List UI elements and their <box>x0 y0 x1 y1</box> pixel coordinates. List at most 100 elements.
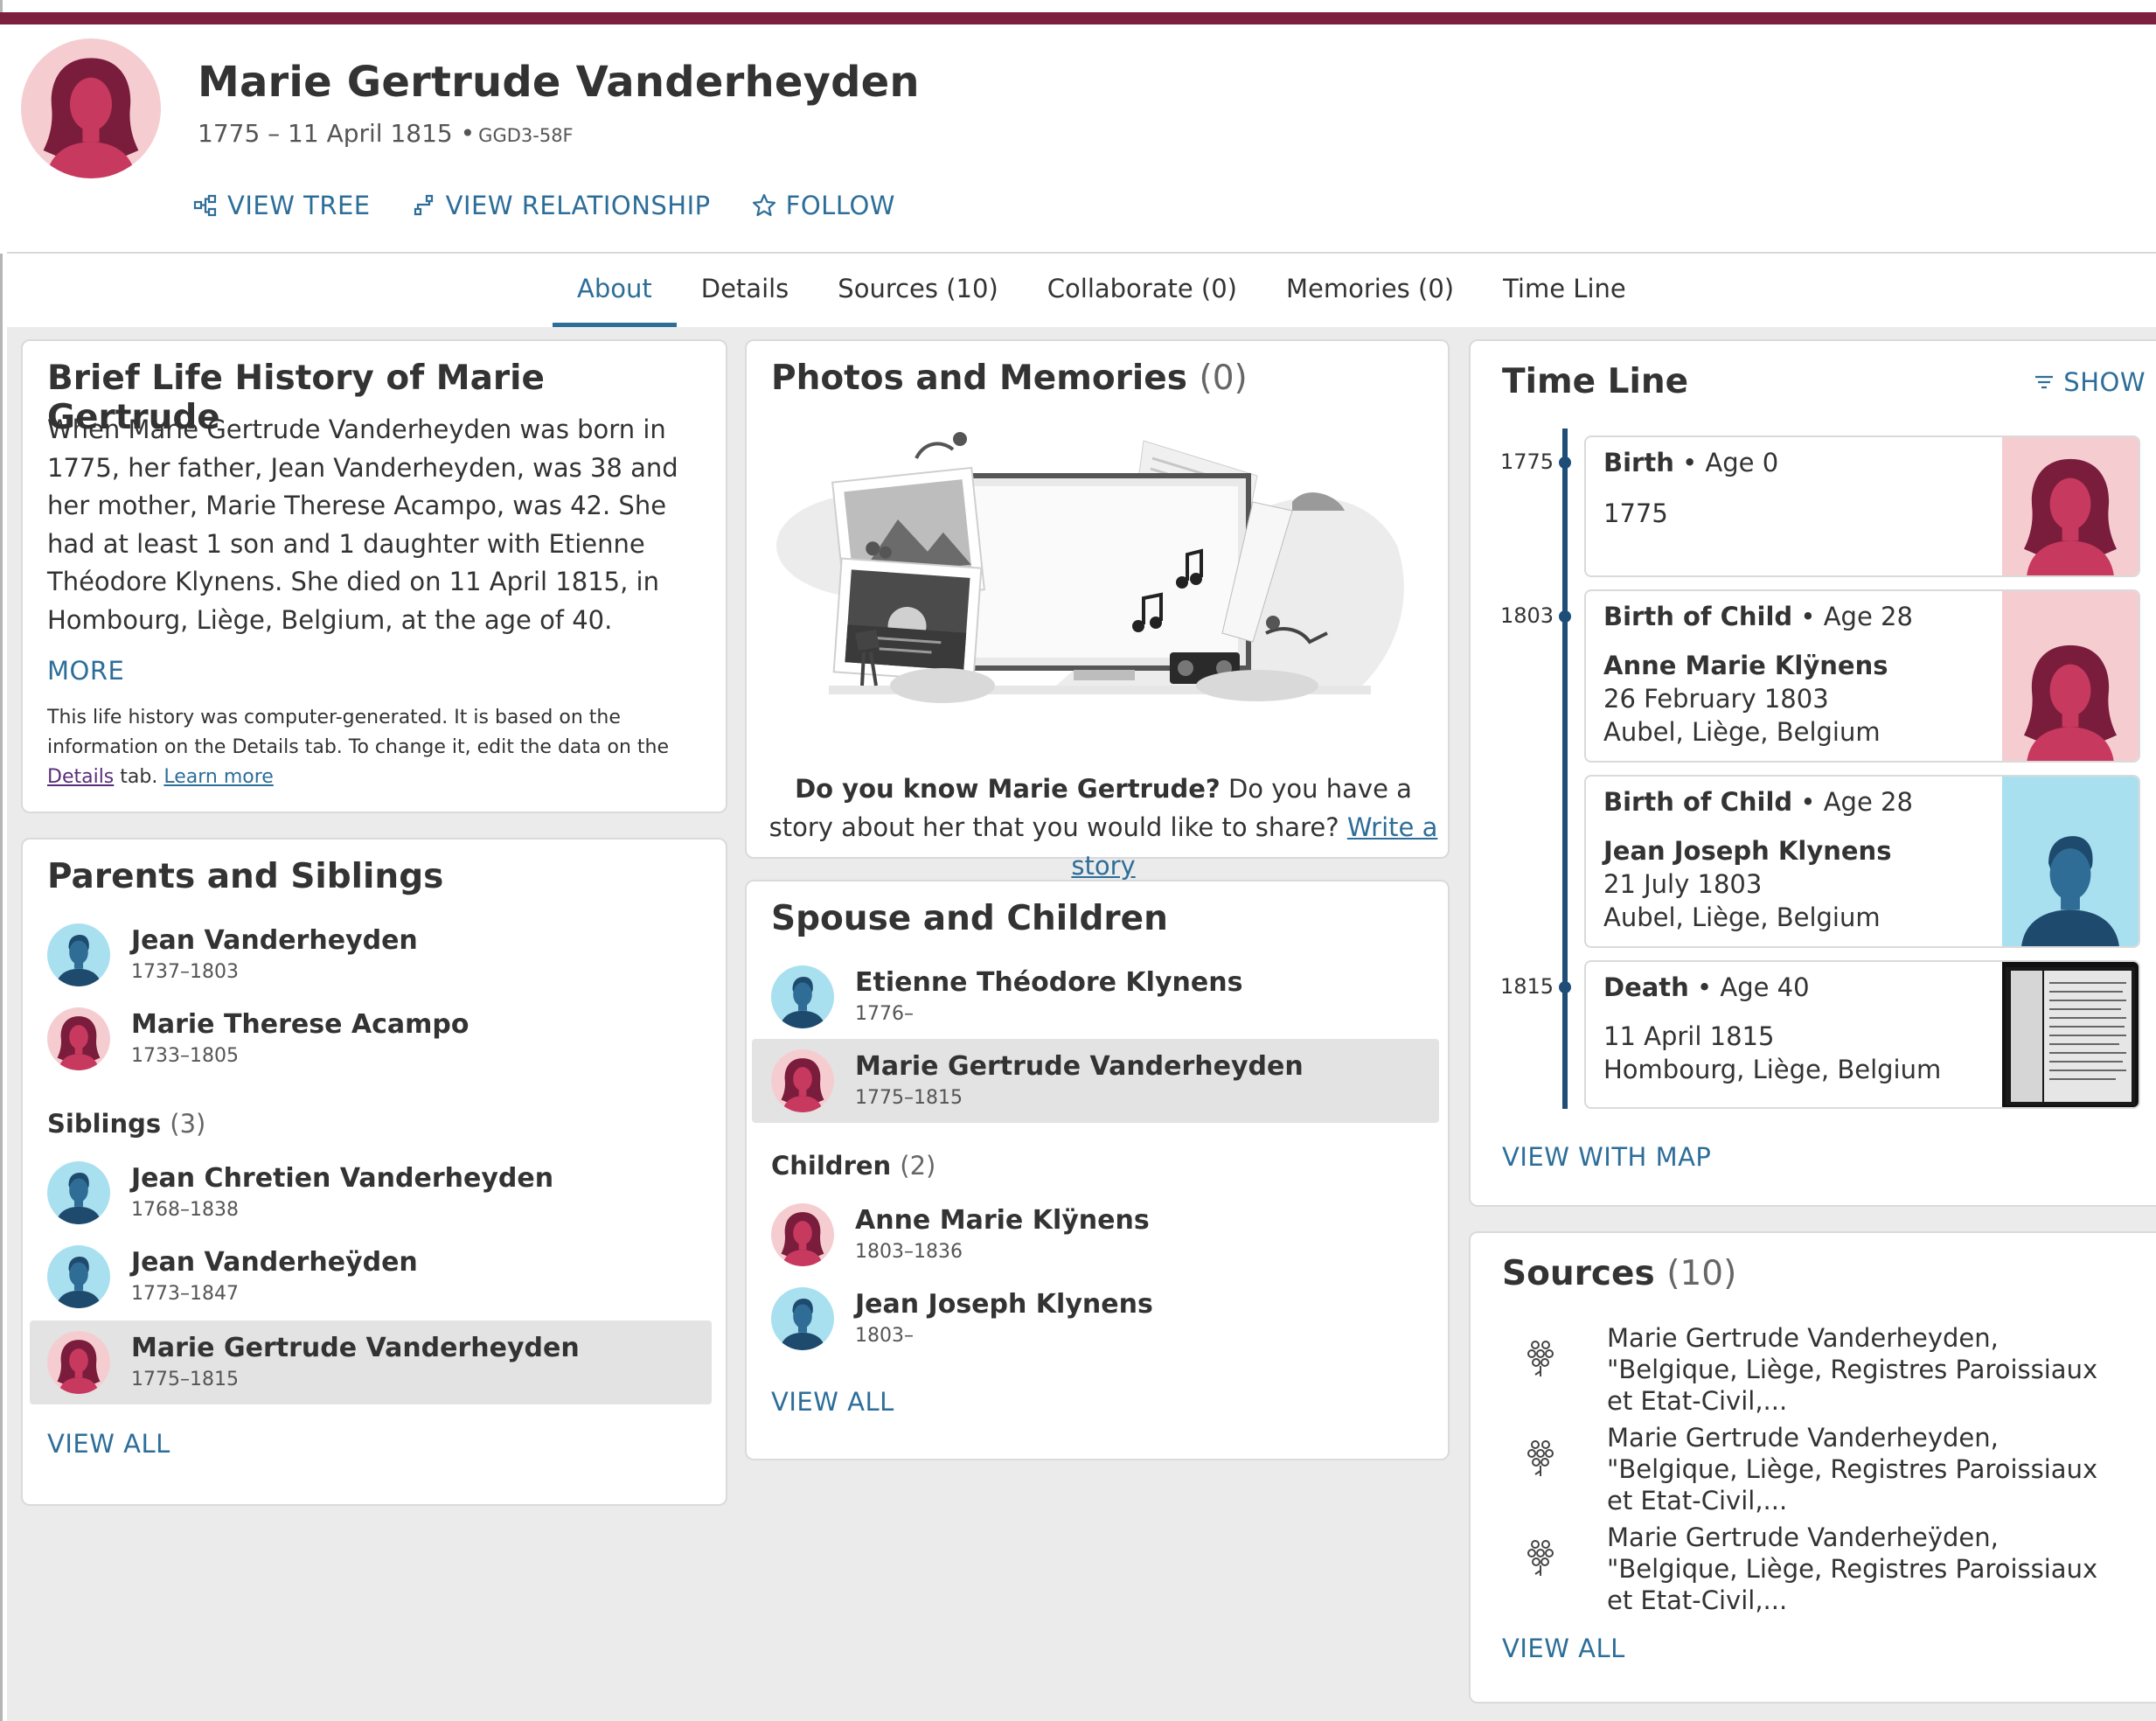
parents-siblings-title: Parents and Siblings <box>47 857 444 896</box>
person-actions: VIEW TREE VIEW RELATIONSHIP FOLLOW <box>192 191 895 220</box>
male-avatar <box>771 965 834 1028</box>
star-icon <box>752 193 775 217</box>
person-lifespan: 1775 – 11 April 1815 • GGD3-58F <box>198 119 574 148</box>
timeline-event[interactable]: Birth • Age 0 1775 <box>1584 435 2140 577</box>
female-avatar <box>47 1007 110 1070</box>
event-type: Birth <box>1603 448 1674 477</box>
person-dates: 1768–1838 <box>131 1199 239 1221</box>
lifespan-text: 1775 – 11 April 1815 <box>198 119 453 148</box>
learn-more-link[interactable]: Learn more <box>163 766 273 788</box>
parents-view-all-link[interactable]: VIEW ALL <box>47 1429 170 1459</box>
timeline-axis <box>1562 429 1568 1109</box>
window-left-edge <box>0 0 3 1721</box>
more-link[interactable]: MORE <box>47 656 124 686</box>
timeline-event[interactable]: Birth of Child • Age 28 Jean Joseph Klyn… <box>1584 775 2140 948</box>
timeline-year: 1815 <box>1500 974 1554 999</box>
relationship-icon <box>414 194 433 216</box>
person-dates: 1775–1815 <box>131 1369 239 1390</box>
person-name: Marie Gertrude Vanderheyden <box>855 1051 1304 1082</box>
tab-sources[interactable]: Sources (10) <box>813 254 1022 327</box>
memories-illustration <box>776 432 1404 703</box>
event-date: 26 February 1803 <box>1603 684 1829 714</box>
follow-label: FOLLOW <box>785 191 895 220</box>
event-place: Aubel, Liège, Belgium <box>1603 717 1881 747</box>
person-name: Anne Marie Klÿnens <box>855 1205 1150 1236</box>
timeline-dot <box>1559 610 1571 623</box>
tab-about[interactable]: About <box>553 254 677 327</box>
person-name: Etienne Théodore Klynens <box>855 967 1243 998</box>
female-avatar <box>771 1049 834 1112</box>
person-row[interactable]: Etienne Théodore Klynens 1776– <box>752 955 1439 1039</box>
timeline-event[interactable]: Birth of Child • Age 28 Anne Marie Klÿne… <box>1584 589 2140 763</box>
timeline-card: Time Line SHOW 1775 Birth • Age 0 1775 1… <box>1469 339 2156 1207</box>
person-dates: 1776– <box>855 1003 914 1025</box>
source-item[interactable]: Marie Gertrude Vanderheyden, "Belgique, … <box>1495 1322 2125 1416</box>
event-place: Aubel, Liège, Belgium <box>1603 902 1881 932</box>
male-avatar <box>771 1287 834 1350</box>
person-name: Jean Chretien Vanderheyden <box>131 1163 554 1194</box>
view-tree-button[interactable]: VIEW TREE <box>192 191 371 220</box>
tab-memories[interactable]: Memories (0) <box>1262 254 1478 327</box>
person-row-current[interactable]: Marie Gertrude Vanderheyden 1775–1815 <box>752 1039 1439 1123</box>
event-place: Hombourg, Liège, Belgium <box>1603 1055 1942 1084</box>
person-row[interactable]: Jean Vanderheÿden 1773–1847 <box>30 1235 712 1319</box>
source-item[interactable]: Marie Gertrude Vanderheyden, "Belgique, … <box>1495 1422 2125 1515</box>
view-with-map-link[interactable]: VIEW WITH MAP <box>1502 1142 1711 1172</box>
timeline-event[interactable]: Death • Age 40 11 April 1815 Hombourg, L… <box>1584 960 2140 1109</box>
tab-timeline[interactable]: Time Line <box>1478 254 1651 327</box>
children-label: Children <box>771 1151 892 1181</box>
sources-view-all-link[interactable]: VIEW ALL <box>1502 1634 1625 1663</box>
life-history-note: This life history was computer-generated… <box>47 703 694 792</box>
person-dates: 1803–1836 <box>855 1241 963 1263</box>
siblings-label: Siblings <box>47 1109 162 1139</box>
details-link[interactable]: Details <box>47 766 114 788</box>
spouse-children-title: Spouse and Children <box>771 899 1168 938</box>
note-text-before: This life history was computer-generated… <box>47 707 669 758</box>
view-tree-label: VIEW TREE <box>227 191 371 220</box>
person-row[interactable]: Jean Vanderheyden 1737–1803 <box>30 913 712 997</box>
tab-collaborate[interactable]: Collaborate (0) <box>1023 254 1262 327</box>
filter-icon <box>2035 375 2054 389</box>
person-id: GGD3-58F <box>478 125 574 146</box>
event-age: Age 0 <box>1705 448 1779 477</box>
event-type: Birth of Child <box>1603 787 1793 817</box>
person-row[interactable]: Jean Joseph Klynens 1803– <box>752 1277 1439 1361</box>
tab-details[interactable]: Details <box>677 254 814 327</box>
person-row[interactable]: Anne Marie Klÿnens 1803–1836 <box>752 1193 1439 1277</box>
event-age: Age 40 <box>1720 972 1810 1002</box>
children-count: (2) <box>900 1151 936 1181</box>
event-date: 21 July 1803 <box>1603 869 1763 899</box>
spouse-children-card: Spouse and Children Etienne Théodore Kly… <box>745 880 1450 1460</box>
person-tabs: About Details Sources (10) Collaborate (… <box>553 254 1651 327</box>
person-row-current[interactable]: Marie Gertrude Vanderheyden 1775–1815 <box>30 1320 712 1404</box>
siblings-count: (3) <box>170 1109 206 1139</box>
event-date: 1775 <box>1603 498 1668 528</box>
person-name: Jean Vanderheyden <box>131 925 418 956</box>
event-date: 11 April 1815 <box>1603 1021 1775 1051</box>
parents-siblings-card: Parents and Siblings Jean Vanderheyden 17… <box>21 838 727 1506</box>
follow-button[interactable]: FOLLOW <box>751 191 895 220</box>
person-name: Marie Gertrude Vanderheyden <box>131 1333 580 1363</box>
photos-title: Photos and Memories (0) <box>771 359 1248 398</box>
event-person: Anne Marie Klÿnens <box>1603 651 1888 680</box>
sources-title: Sources (10) <box>1502 1254 1736 1293</box>
note-text-after: tab. <box>114 766 164 788</box>
view-relationship-button[interactable]: VIEW RELATIONSHIP <box>411 191 711 220</box>
person-row[interactable]: Jean Chretien Vanderheyden 1768–1838 <box>30 1151 712 1235</box>
prompt-question: Do you know Marie Gertrude? <box>795 774 1221 804</box>
person-dates: 1803– <box>855 1325 914 1347</box>
sources-card: Sources (10) Marie Gertrude Vanderheyden… <box>1469 1231 2156 1704</box>
person-row[interactable]: Marie Therese Acampo 1733–1805 <box>30 997 712 1081</box>
person-dates: 1773–1847 <box>131 1283 239 1305</box>
spouse-view-all-link[interactable]: VIEW ALL <box>771 1387 894 1417</box>
event-photo <box>2002 591 2139 761</box>
source-item[interactable]: Marie Gertrude Vanderheÿden, "Belgique, … <box>1495 1522 2125 1615</box>
life-history-card: Brief Life History of Marie Gertrude Whe… <box>21 339 727 813</box>
event-person: Jean Joseph Klynens <box>1603 836 1892 866</box>
person-dates: 1737–1803 <box>131 961 239 983</box>
content-area: Brief Life History of Marie Gertrude Whe… <box>7 327 2156 1721</box>
children-heading: Children (2) <box>771 1151 935 1181</box>
person-name: Marie Gertrude Vanderheyden <box>198 58 920 107</box>
timeline-year: 1803 <box>1500 603 1554 628</box>
timeline-show-filter[interactable]: SHOW <box>2034 367 2146 397</box>
